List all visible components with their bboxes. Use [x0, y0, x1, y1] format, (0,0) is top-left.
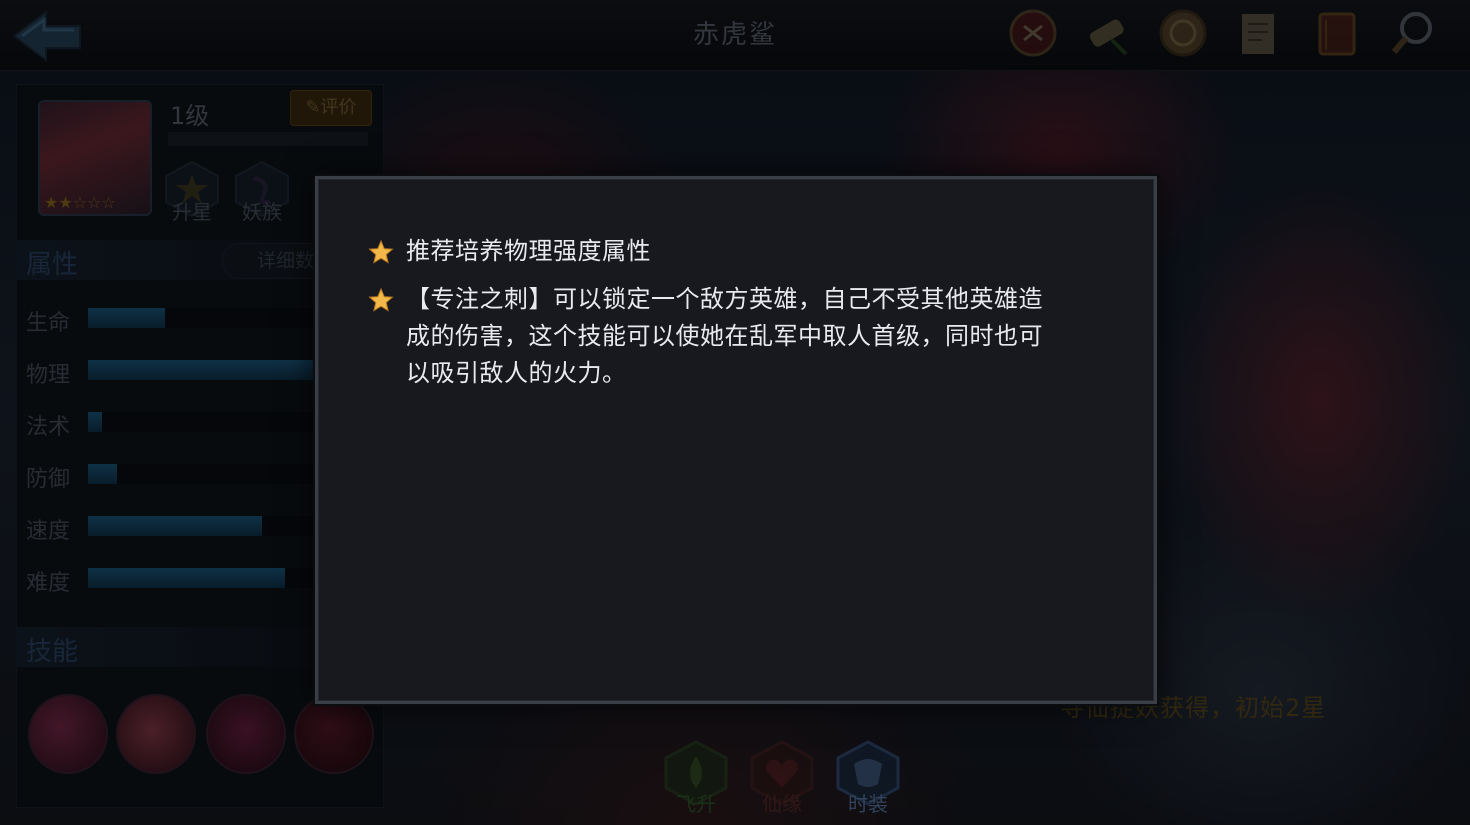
star-bullet-icon — [368, 239, 394, 264]
tip-line: 推荐培养物理强度属性 — [406, 237, 651, 265]
star-bullet-icon — [368, 287, 394, 312]
tip-line: 成的伤害，这个技能可以使她在乱军中取人首级，同时也可 — [406, 322, 1043, 350]
hero-tips-dialog: 推荐培养物理强度属性 【专注之刺】可以锁定一个敌方英雄，自己不受其他英雄造 成的… — [315, 176, 1157, 704]
tip-line: 【专注之刺】可以锁定一个敌方英雄，自己不受其他英雄造 — [406, 285, 1043, 313]
tip-line: 以吸引敌人的火力。 — [406, 359, 627, 387]
